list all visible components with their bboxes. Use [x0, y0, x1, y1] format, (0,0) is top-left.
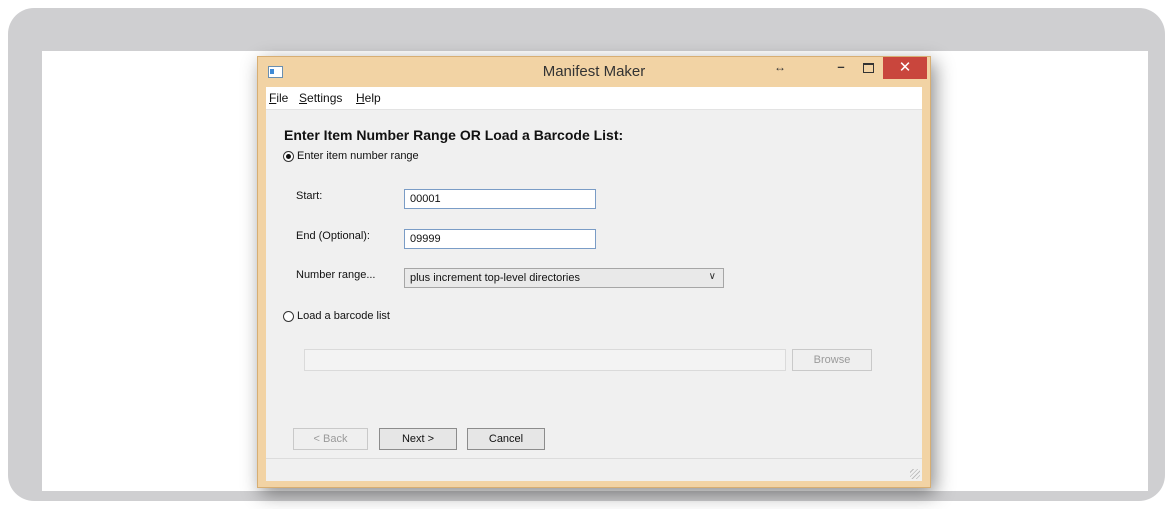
back-button[interactable]: < Back [293, 428, 368, 450]
title-bar[interactable]: Manifest Maker ↔ – ✕ [258, 57, 930, 87]
number-range-select[interactable]: plus increment top-level directories ∨ [404, 268, 724, 288]
range-radio-label: Enter item number range [297, 150, 419, 162]
window-client-area: File Settings Help Enter Item Number Ran… [266, 87, 922, 481]
end-label: End (Optional): [296, 230, 370, 242]
menu-bar: File Settings Help [266, 87, 922, 110]
barcode-radio-label: Load a barcode list [297, 310, 390, 322]
browse-button[interactable]: Browse [792, 349, 872, 371]
chevron-down-icon: ∨ [708, 271, 716, 282]
close-button[interactable]: ✕ [883, 57, 927, 79]
number-range-label: Number range... [296, 269, 376, 281]
end-input[interactable] [404, 229, 596, 249]
barcode-radio[interactable] [283, 310, 294, 322]
resize-grip-icon[interactable] [910, 469, 920, 479]
start-label: Start: [296, 190, 323, 202]
screenshot-frame: Manifest Maker ↔ – ✕ File Settings Help … [8, 8, 1165, 501]
maximize-button[interactable] [855, 57, 881, 79]
resize-arrows-icon[interactable]: ↔ [770, 57, 790, 79]
screenshot-canvas: Manifest Maker ↔ – ✕ File Settings Help … [42, 51, 1148, 491]
barcode-radio-option[interactable]: Load a barcode list [283, 310, 390, 322]
maximize-icon [862, 63, 874, 73]
menu-help[interactable]: Help [356, 91, 381, 105]
menu-file[interactable]: File [269, 91, 288, 105]
menu-settings[interactable]: Settings [299, 91, 342, 105]
cancel-button[interactable]: Cancel [467, 428, 545, 450]
form-heading: Enter Item Number Range OR Load a Barcod… [284, 127, 624, 143]
manifest-maker-window: Manifest Maker ↔ – ✕ File Settings Help … [257, 56, 931, 488]
start-input[interactable] [404, 189, 596, 209]
status-bar [266, 458, 922, 481]
next-button[interactable]: Next > [379, 428, 457, 450]
number-range-selected: plus increment top-level directories [410, 272, 580, 284]
range-radio[interactable] [283, 150, 294, 162]
range-radio-option[interactable]: Enter item number range [283, 150, 419, 162]
barcode-path-input[interactable] [304, 349, 786, 371]
minimize-button[interactable]: – [828, 57, 854, 79]
